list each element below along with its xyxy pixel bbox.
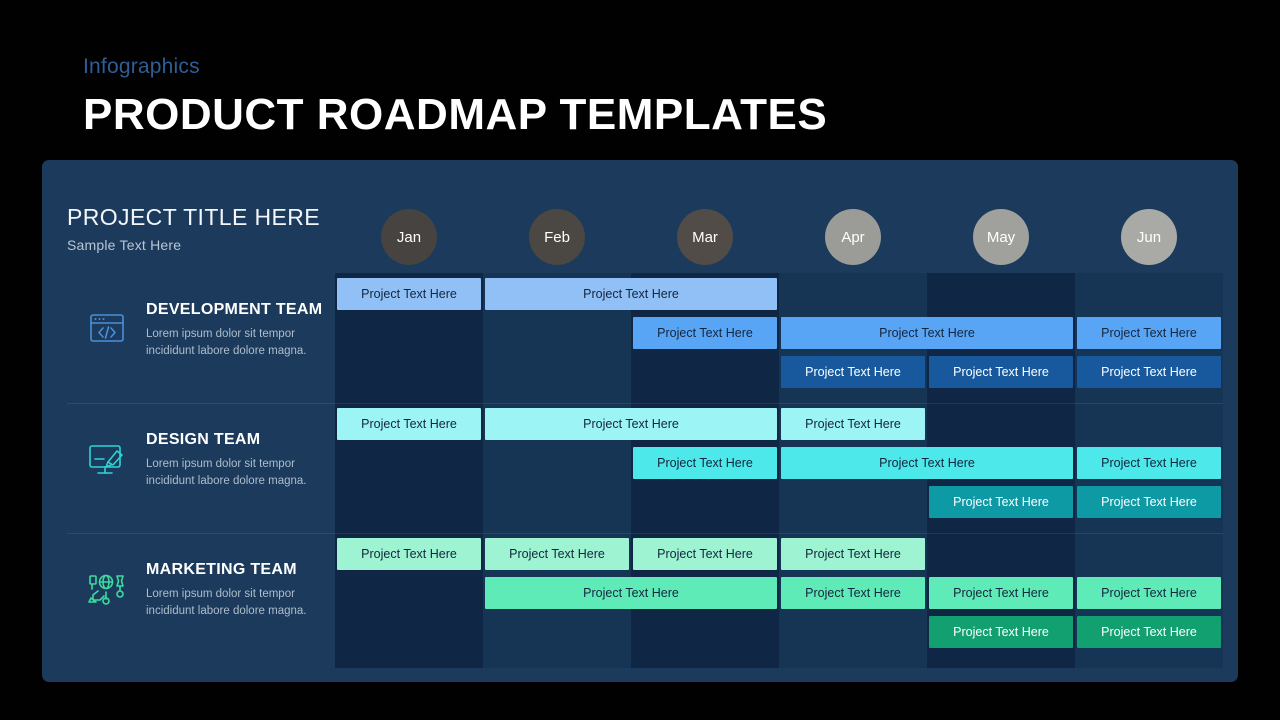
roadmap-bar[interactable]: Project Text Here <box>929 356 1073 388</box>
roadmap-bar-label: Project Text Here <box>805 547 901 561</box>
team-row-design-team: DESIGN TEAM Lorem ipsum dolor sit tempor … <box>67 403 1223 533</box>
roadmap-bar-label: Project Text Here <box>953 586 1049 600</box>
roadmap-bar[interactable]: Project Text Here <box>1077 577 1221 609</box>
roadmap-bar[interactable]: Project Text Here <box>633 538 777 570</box>
roadmap-bar[interactable]: Project Text Here <box>485 278 777 310</box>
roadmap-bar[interactable]: Project Text Here <box>781 317 1073 349</box>
roadmap-card: PROJECT TITLE HERE Sample Text Here Jan F… <box>42 160 1238 682</box>
team-divider <box>67 403 1223 404</box>
roadmap-bar[interactable]: Project Text Here <box>929 577 1073 609</box>
team-description: Lorem ipsum dolor sit tempor incididunt … <box>146 328 307 357</box>
roadmap-bar[interactable]: Project Text Here <box>1077 616 1221 648</box>
month-label: Jun <box>1136 228 1162 246</box>
month-circle-feb[interactable]: Feb <box>529 209 585 265</box>
roadmap-bar-label: Project Text Here <box>1101 456 1197 470</box>
roadmap-bar[interactable]: Project Text Here <box>485 408 777 440</box>
roadmap-bar-label: Project Text Here <box>805 365 901 379</box>
roadmap-bar-label: Project Text Here <box>583 287 679 301</box>
month-circle-may[interactable]: May <box>973 209 1029 265</box>
roadmap-bar-label: Project Text Here <box>583 417 679 431</box>
month-label: Feb <box>544 228 570 246</box>
month-header: Jan Feb Mar Apr May Jun <box>335 209 1223 267</box>
roadmap-bar[interactable]: Project Text Here <box>929 616 1073 648</box>
monitor-brush-icon <box>84 435 130 481</box>
kicker-label: Infographics <box>83 55 200 78</box>
roadmap-bar-label: Project Text Here <box>509 547 605 561</box>
roadmap-bar-label: Project Text Here <box>879 326 975 340</box>
page-title: PRODUCT ROADMAP TEMPLATES <box>83 90 828 139</box>
team-divider <box>67 533 1223 534</box>
roadmap-bar-label: Project Text Here <box>805 417 901 431</box>
roadmap-bar[interactable]: Project Text Here <box>337 278 481 310</box>
roadmap-bar-label: Project Text Here <box>361 547 457 561</box>
month-label: May <box>986 228 1016 246</box>
roadmap-bar[interactable]: Project Text Here <box>781 577 925 609</box>
team-row-marketing-team: MARKETING TEAM Lorem ipsum dolor sit temp… <box>67 533 1223 663</box>
roadmap-bar-label: Project Text Here <box>657 456 753 470</box>
project-title: PROJECT TITLE HERE <box>67 204 321 230</box>
roadmap-bar[interactable]: Project Text Here <box>1077 486 1221 518</box>
roadmap-bar[interactable]: Project Text Here <box>485 538 629 570</box>
team-name: MARKETING TEAM <box>146 561 297 578</box>
roadmap-bar-label: Project Text Here <box>879 456 975 470</box>
team-name: DESIGN TEAM <box>146 431 261 448</box>
roadmap-bar[interactable]: Project Text Here <box>1077 317 1221 349</box>
roadmap-bar-label: Project Text Here <box>361 287 457 301</box>
month-circle-apr[interactable]: Apr <box>825 209 881 265</box>
month-label: Mar <box>692 228 718 246</box>
roadmap-bar-label: Project Text Here <box>1101 495 1197 509</box>
project-subtitle: Sample Text Here <box>67 237 182 253</box>
slide-root: Infographics PRODUCT ROADMAP TEMPLATES P… <box>0 0 1280 720</box>
roadmap-bar[interactable]: Project Text Here <box>781 356 925 388</box>
roadmap-bar[interactable]: Project Text Here <box>485 577 777 609</box>
roadmap-grid: DEVELOPMENT TEAM Lorem ipsum dolor sit te… <box>67 273 1223 668</box>
roadmap-bar-label: Project Text Here <box>657 326 753 340</box>
roadmap-bar-label: Project Text Here <box>805 586 901 600</box>
code-window-icon <box>84 305 130 351</box>
roadmap-bar[interactable]: Project Text Here <box>337 538 481 570</box>
team-description: Lorem ipsum dolor sit tempor incididunt … <box>146 458 307 487</box>
team-description: Lorem ipsum dolor sit tempor incididunt … <box>146 588 307 617</box>
marketing-network-icon <box>84 565 130 611</box>
team-name: DEVELOPMENT TEAM <box>146 301 323 318</box>
roadmap-bar[interactable]: Project Text Here <box>633 317 777 349</box>
roadmap-bar-label: Project Text Here <box>1101 586 1197 600</box>
roadmap-bar-label: Project Text Here <box>953 365 1049 379</box>
month-circle-jan[interactable]: Jan <box>381 209 437 265</box>
month-circle-jun[interactable]: Jun <box>1121 209 1177 265</box>
roadmap-bar-label: Project Text Here <box>953 625 1049 639</box>
month-label: Apr <box>841 228 865 246</box>
roadmap-bar-label: Project Text Here <box>1101 625 1197 639</box>
roadmap-bar-label: Project Text Here <box>583 586 679 600</box>
roadmap-bar[interactable]: Project Text Here <box>781 408 925 440</box>
roadmap-bar-label: Project Text Here <box>361 417 457 431</box>
month-circle-mar[interactable]: Mar <box>677 209 733 265</box>
roadmap-bar[interactable]: Project Text Here <box>929 486 1073 518</box>
roadmap-bar[interactable]: Project Text Here <box>781 538 925 570</box>
roadmap-bar[interactable]: Project Text Here <box>781 447 1073 479</box>
roadmap-bar-label: Project Text Here <box>1101 365 1197 379</box>
roadmap-bar[interactable]: Project Text Here <box>1077 356 1221 388</box>
month-label: Jan <box>396 228 422 246</box>
roadmap-bar[interactable]: Project Text Here <box>633 447 777 479</box>
roadmap-bar[interactable]: Project Text Here <box>337 408 481 440</box>
roadmap-bar-label: Project Text Here <box>953 495 1049 509</box>
roadmap-bar-label: Project Text Here <box>657 547 753 561</box>
team-row-development-team: DEVELOPMENT TEAM Lorem ipsum dolor sit te… <box>90 273 1223 403</box>
roadmap-bar-label: Project Text Here <box>1101 326 1197 340</box>
roadmap-bar[interactable]: Project Text Here <box>1077 447 1221 479</box>
